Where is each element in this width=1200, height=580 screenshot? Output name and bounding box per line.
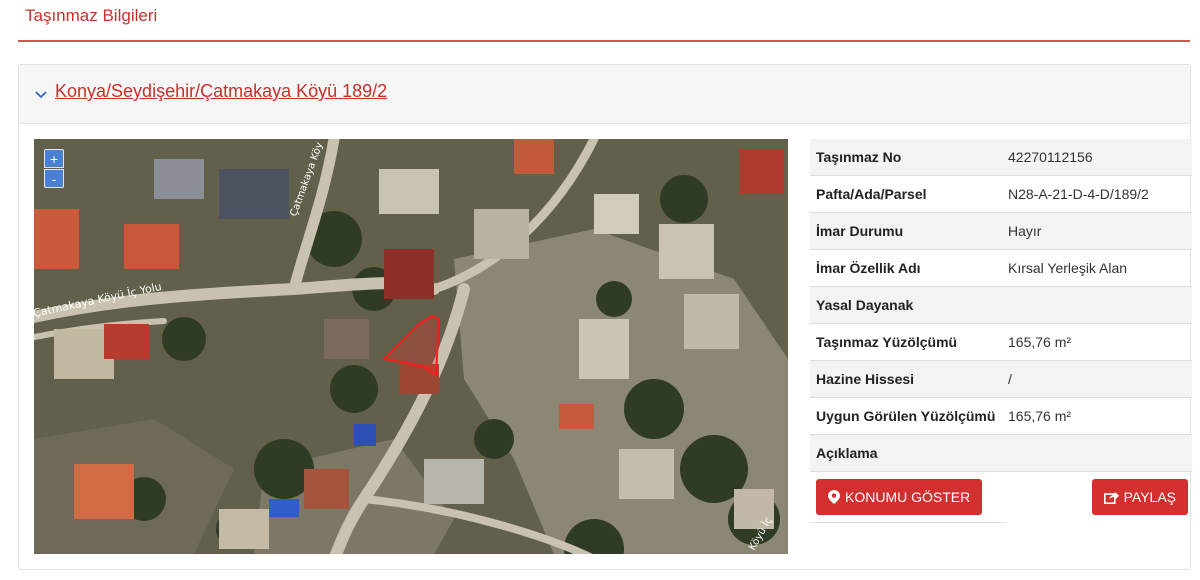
map-marker-icon [828, 490, 840, 504]
card-header[interactable]: Konya/Seydişehir/Çatmakaya Köyü 189/2 [19, 65, 1190, 124]
property-location-link[interactable]: Konya/Seydişehir/Çatmakaya Köyü 189/2 [55, 81, 387, 102]
detail-row-uygun-yuzolcumu: Uygun Görülen Yüzölçümü 165,76 m² [810, 398, 1192, 435]
share-label: PAYLAŞ [1123, 489, 1176, 505]
map-zoom-out-button[interactable]: - [44, 169, 64, 188]
property-details-table: Taşınmaz No 42270112156 Pafta/Ada/Parsel… [810, 139, 1192, 524]
show-location-label: KONUMU GÖSTER [845, 489, 971, 505]
detail-row-pafta: Pafta/Ada/Parsel N28-A-21-D-4-D/189/2 [810, 176, 1192, 213]
detail-label: Açıklama [816, 445, 878, 461]
detail-row-yasal-dayanak: Yasal Dayanak [810, 287, 1192, 324]
detail-value: Kırsal Yerleşik Alan [1008, 260, 1128, 276]
detail-label: Taşınmaz No [816, 149, 902, 165]
detail-label: Pafta/Ada/Parsel [816, 186, 927, 202]
show-location-button[interactable]: KONUMU GÖSTER [816, 479, 983, 515]
detail-value: / [1008, 371, 1012, 387]
map-zoom-in-button[interactable]: + [44, 149, 64, 168]
page-title: Taşınmaz Bilgileri [25, 6, 158, 25]
detail-value: Hayır [1008, 223, 1042, 239]
detail-row-aciklama: Açıklama [810, 435, 1192, 472]
detail-row-hazine-hissesi: Hazine Hissesi / [810, 361, 1192, 398]
share-button[interactable]: PAYLAŞ [1091, 479, 1188, 515]
satellite-map[interactable]: Çatmakaya Köy Çatmakaya Köyü İç Yolu Köy… [34, 139, 788, 554]
chevron-down-icon[interactable] [34, 87, 48, 101]
detail-row-yuzolcumu: Taşınmaz Yüzölçümü 165,76 m² [810, 324, 1192, 361]
detail-value: 165,76 m² [1008, 408, 1072, 424]
detail-label: Uygun Görülen Yüzölçümü [816, 408, 996, 424]
detail-row-imar-ozellik: İmar Özellik Adı Kırsal Yerleşik Alan [810, 250, 1192, 287]
detail-label: İmar Durumu [816, 223, 904, 239]
detail-label: Hazine Hissesi [816, 371, 915, 387]
detail-label: İmar Özellik Adı [816, 260, 921, 276]
detail-value: N28-A-21-D-4-D/189/2 [1008, 186, 1149, 202]
title-divider [18, 40, 1190, 42]
detail-row-tasinmaz-no: Taşınmaz No 42270112156 [810, 139, 1192, 176]
detail-value: 165,76 m² [1008, 334, 1072, 350]
action-divider [810, 522, 1006, 523]
detail-label: Yasal Dayanak [816, 297, 914, 313]
share-icon [1103, 491, 1119, 504]
detail-label: Taşınmaz Yüzölçümü [816, 334, 958, 350]
property-card: Konya/Seydişehir/Çatmakaya Köyü 189/2 Ça… [18, 64, 1192, 570]
action-row: KONUMU GÖSTER PAYLAŞ [810, 472, 1192, 524]
detail-row-imar-durumu: İmar Durumu Hayır [810, 213, 1192, 250]
detail-value: 42270112156 [1008, 149, 1093, 165]
